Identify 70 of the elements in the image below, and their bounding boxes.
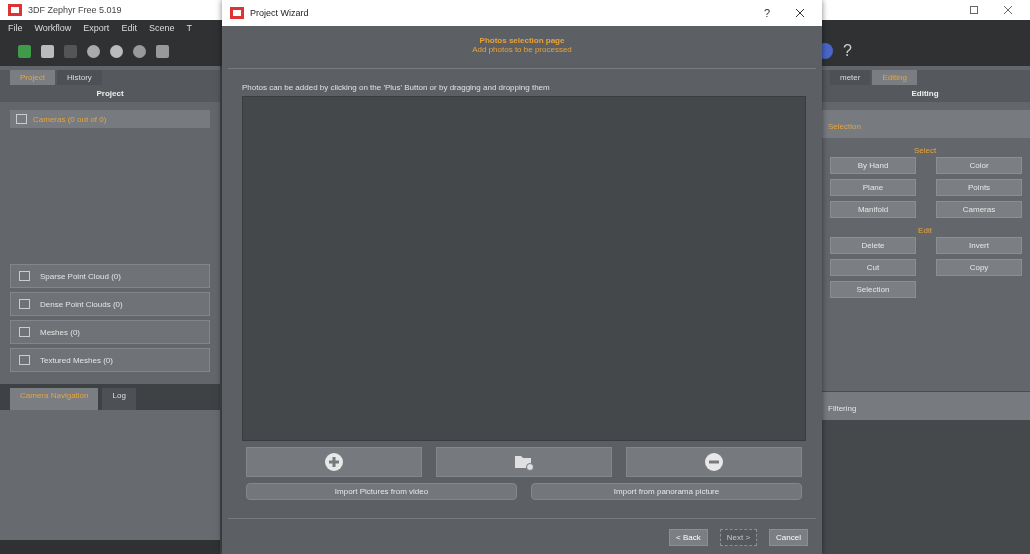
filtering-label: Filtering: [828, 404, 857, 414]
section-bar[interactable]: Meshes (0): [10, 320, 210, 344]
section-bar[interactable]: Dense Point Clouds (0): [10, 292, 210, 316]
menu-item[interactable]: Edit: [121, 23, 137, 33]
app-logo-icon: [8, 4, 22, 16]
nav-button[interactable]: < Back: [669, 529, 708, 546]
tool-button[interactable]: Manifold: [830, 201, 916, 218]
panel-header: Editing: [820, 85, 1030, 102]
section-icon: [19, 355, 30, 365]
remove-photo-button[interactable]: [626, 447, 802, 477]
section-bar[interactable]: Textured Meshes (0): [10, 348, 210, 372]
filtering-bar[interactable]: Filtering: [820, 391, 1030, 421]
maximize-icon[interactable]: [970, 6, 978, 14]
section-icon: [19, 271, 30, 281]
instruction-text: Photos can be added by clicking on the 'Plus' Button or by dragging and dropping them: [241, 82, 551, 94]
tool-button[interactable]: Points: [936, 179, 1022, 196]
tool-button[interactable]: By Hand: [830, 157, 916, 174]
group-label: Select: [912, 146, 938, 155]
camera-icon: [16, 114, 27, 124]
nav-button[interactable]: Cancel: [769, 529, 808, 546]
toolbar-icon[interactable]: [87, 44, 100, 58]
help-icon[interactable]: ?: [843, 42, 852, 60]
toolbar-icon[interactable]: [110, 44, 123, 58]
selection-label: Selection: [828, 122, 861, 131]
folder-icon: [514, 453, 534, 471]
add-folder-button[interactable]: [436, 447, 612, 477]
tool-button[interactable]: Cut: [830, 259, 916, 276]
panel-header: Project: [0, 85, 220, 102]
menu-item[interactable]: Workflow: [34, 23, 72, 33]
plus-icon: [324, 452, 344, 472]
section-icon: [19, 299, 30, 309]
panel-tab[interactable]: Log: [102, 388, 136, 410]
cameras-label: Cameras (0 out of 0): [33, 114, 107, 124]
toolbar-icon[interactable]: [41, 44, 54, 58]
help-button[interactable]: ?: [753, 7, 780, 19]
section-icon: [19, 327, 30, 337]
menu-item[interactable]: Scene: [148, 23, 175, 33]
tool-button[interactable]: Cameras: [936, 201, 1022, 218]
section-bar[interactable]: Sparse Point Cloud (0): [10, 264, 210, 288]
tool-button[interactable]: Plane: [830, 179, 916, 196]
tool-button[interactable]: Delete: [830, 237, 916, 254]
section-label: Meshes (0): [40, 327, 80, 337]
dialog-title: Project Wizard: [250, 8, 309, 18]
app-logo-icon: [230, 7, 244, 19]
section-label: Sparse Point Cloud (0): [40, 271, 121, 281]
tool-button[interactable]: Copy: [936, 259, 1022, 276]
cameras-item[interactable]: Cameras (0 out of 0): [10, 110, 210, 128]
panel-tab[interactable]: History: [56, 70, 102, 85]
toolbar-icon[interactable]: [133, 44, 146, 58]
tool-button[interactable]: Color: [936, 157, 1022, 174]
minus-icon: [704, 452, 724, 472]
section-label: Textured Meshes (0): [40, 355, 113, 365]
add-photo-button[interactable]: [246, 447, 422, 477]
menu-item[interactable]: File: [8, 23, 23, 33]
toolbar-icon[interactable]: [156, 44, 169, 58]
page-heading: Photos selection page: [479, 36, 565, 45]
import-button[interactable]: Import from panorama picture: [531, 483, 802, 500]
close-icon[interactable]: [1004, 6, 1012, 14]
close-icon[interactable]: [796, 9, 804, 17]
toolbar-icon[interactable]: [18, 44, 31, 58]
page-subheading: Add photos to be processed: [472, 45, 572, 54]
menu-item[interactable]: Export: [83, 23, 110, 33]
group-label: Edit: [917, 226, 933, 235]
tool-button[interactable]: Selection: [830, 281, 916, 298]
import-button[interactable]: Import Pictures from video: [246, 483, 517, 500]
window-title: 3DF Zephyr Free 5.019: [28, 5, 122, 15]
tool-button[interactable]: Invert: [936, 237, 1022, 254]
section-label: Dense Point Clouds (0): [40, 299, 123, 309]
panel-tab[interactable]: meter: [830, 70, 871, 85]
menu-item[interactable]: T: [186, 23, 192, 33]
